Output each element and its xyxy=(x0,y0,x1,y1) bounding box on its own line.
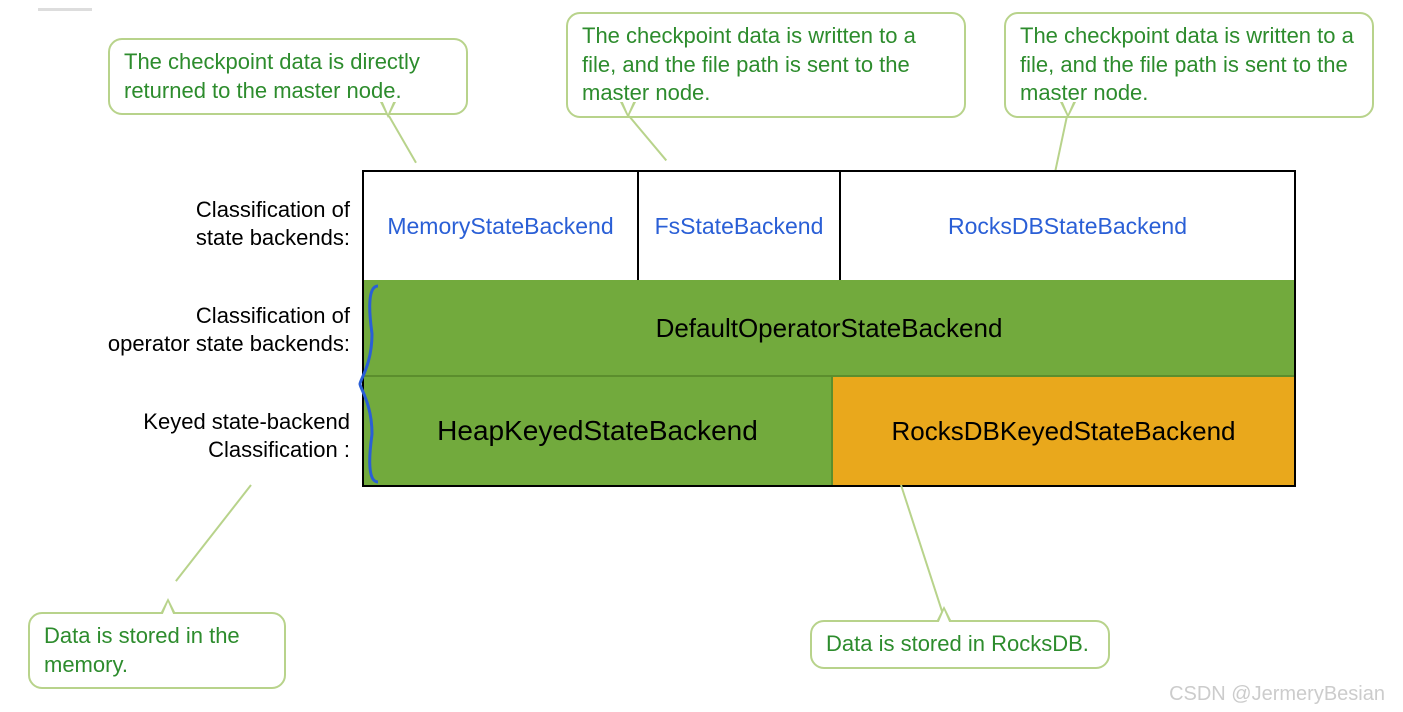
callout-memory-storage: Data is stored in the memory. xyxy=(28,612,286,689)
pointer-line xyxy=(175,484,252,581)
label-line: Keyed state-backend xyxy=(143,409,350,434)
cell-rocksdb-state-backend: RocksDBStateBackend xyxy=(841,172,1294,280)
row-operator-backend: DefaultOperatorStateBackend xyxy=(364,280,1294,375)
callout-tail-inner xyxy=(1062,100,1074,114)
label-state-backends: Classification of state backends: xyxy=(60,196,350,251)
callout-rocksdb-storage: Data is stored in RocksDB. xyxy=(810,620,1110,669)
cell-rocksdb-keyed-state-backend: RocksDBKeyedStateBackend xyxy=(833,377,1294,485)
label-line: operator state backends: xyxy=(108,331,350,356)
callout-text: The checkpoint data is written to a file… xyxy=(582,23,916,105)
pointer-line xyxy=(388,116,417,164)
label-line: Classification of xyxy=(196,303,350,328)
callout-text: The checkpoint data is directly returned… xyxy=(124,49,420,103)
callout-tail-inner xyxy=(938,610,950,624)
backend-table: MemoryStateBackend FsStateBackend RocksD… xyxy=(362,170,1296,487)
callout-tail-inner xyxy=(622,100,634,114)
pointer-line xyxy=(628,115,667,161)
callout-text: The checkpoint data is written to a file… xyxy=(1020,23,1354,105)
row-state-backends: MemoryStateBackend FsStateBackend RocksD… xyxy=(364,172,1294,280)
cell-default-operator-state-backend: DefaultOperatorStateBackend xyxy=(656,313,1003,344)
cell-heap-keyed-state-backend: HeapKeyedStateBackend xyxy=(364,377,833,485)
pointer-line xyxy=(900,485,945,619)
watermark-text: CSDN @JermeryBesian xyxy=(1169,683,1385,706)
cell-memory-state-backend: MemoryStateBackend xyxy=(364,172,639,280)
callout-memory-checkpoint: The checkpoint data is directly returned… xyxy=(108,38,468,115)
callout-tail-inner xyxy=(382,100,394,114)
label-line: state backends: xyxy=(196,225,350,250)
label-operator-state-backends: Classification of operator state backend… xyxy=(30,302,350,357)
callout-text: Data is stored in the memory. xyxy=(44,623,240,677)
pointer-line xyxy=(1054,116,1068,171)
callout-text: Data is stored in RocksDB. xyxy=(826,631,1089,656)
row-keyed-backend: HeapKeyedStateBackend RocksDBKeyedStateB… xyxy=(364,375,1294,485)
label-line: Classification of xyxy=(196,197,350,222)
decorative-line xyxy=(38,8,92,11)
brace-bracket-icon xyxy=(358,284,382,484)
label-keyed-state-backend: Keyed state-backend Classification : xyxy=(60,408,350,463)
callout-tail-inner xyxy=(162,602,174,616)
cell-fs-state-backend: FsStateBackend xyxy=(639,172,841,280)
label-line: Classification : xyxy=(208,437,350,462)
